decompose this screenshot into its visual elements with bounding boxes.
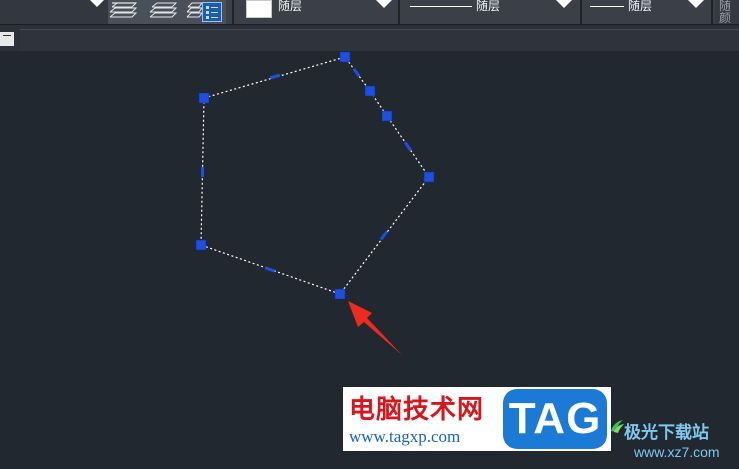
linetype-combo-label: 随层 — [476, 0, 501, 13]
color-swatch — [246, 0, 272, 18]
annotation-arrow — [348, 301, 402, 355]
toolbar-separator — [580, 0, 582, 24]
lineweight-sample — [590, 6, 624, 7]
cad-application-window: 随层 随层 随层 随颜 电脑技术网 www.tagxp.com TAG 极光下载… — [0, 0, 739, 469]
new-tab-icon[interactable] — [0, 32, 14, 46]
chevron-down-icon[interactable] — [556, 0, 572, 8]
properties-toolbar: 随层 随层 随层 随颜 — [0, 0, 739, 25]
midpoint-grip[interactable] — [264, 266, 276, 273]
polygon-outline[interactable] — [200, 56, 430, 295]
chevron-down-icon[interactable] — [90, 0, 104, 7]
midpoint-grip[interactable] — [201, 167, 204, 177]
vertex-grip[interactable] — [364, 85, 376, 97]
vertex-grip[interactable] — [423, 171, 435, 183]
linetype-sample — [410, 6, 472, 7]
aurora-logo-icon — [611, 420, 624, 433]
layer-properties-icon[interactable] — [202, 2, 222, 22]
toolbar-separator — [398, 0, 400, 24]
toolbar-separator — [232, 0, 234, 24]
vertex-grip[interactable] — [195, 239, 207, 251]
lineweight-combo[interactable]: 随层 — [584, 0, 710, 24]
vertex-grip[interactable] — [334, 288, 346, 300]
layer-previous-icon[interactable] — [148, 1, 180, 19]
watermark-site-title: 电脑技术网 — [349, 395, 485, 425]
chevron-down-icon[interactable] — [376, 0, 392, 8]
chevron-down-icon[interactable] — [688, 0, 704, 8]
list-icon — [206, 6, 218, 19]
color-combo-label: 随层 — [278, 0, 303, 13]
color-combo[interactable]: 随层 — [240, 0, 396, 24]
watermark-site-url: www.tagxp.com — [349, 427, 461, 446]
midpoint-grip[interactable] — [352, 67, 361, 78]
plotstyle-combo[interactable]: 随颜 — [715, 0, 739, 24]
midpoint-grip[interactable] — [403, 141, 413, 152]
watermark-tag-logo: TAG — [503, 389, 607, 449]
document-tab-strip — [0, 25, 739, 52]
plotstyle-combo-label: 随颜 — [719, 0, 732, 24]
watermark-jg-url: www.xz7.com — [634, 444, 720, 460]
toolbar-separator — [711, 0, 713, 24]
vertex-grip[interactable] — [339, 51, 351, 63]
midpoint-grip[interactable] — [269, 73, 281, 80]
midpoint-grip[interactable] — [379, 230, 389, 241]
linetype-combo[interactable]: 随层 — [402, 0, 578, 24]
watermark-jg-title: 极光下载站 — [624, 423, 709, 443]
vertex-grip[interactable] — [381, 110, 393, 122]
tab-bar — [20, 29, 739, 52]
vertex-grip[interactable] — [198, 92, 210, 104]
lineweight-combo-label: 随层 — [628, 0, 653, 13]
layer-stack-icon[interactable] — [108, 1, 140, 19]
